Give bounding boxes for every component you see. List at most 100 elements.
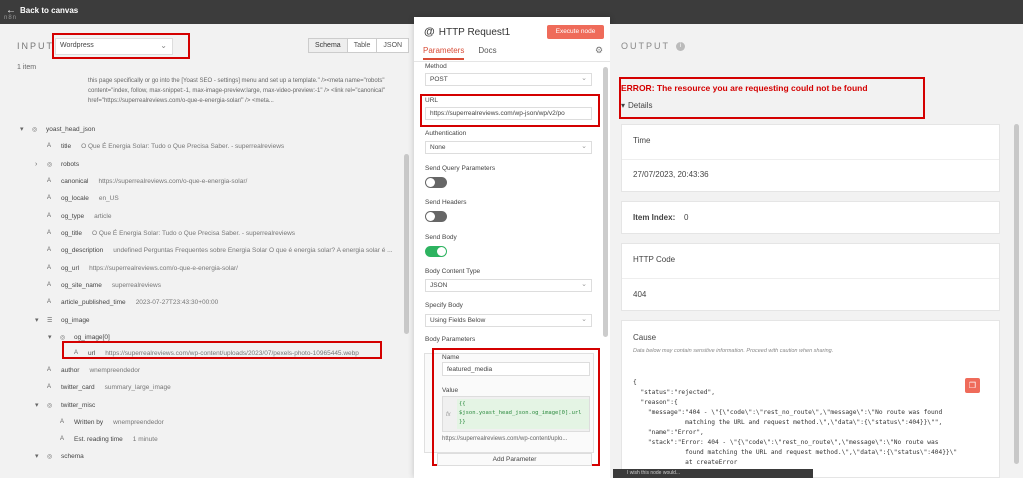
highlight-box (432, 348, 600, 466)
tree-row[interactable]: Aog_description undefined Perguntas Frequ… (35, 243, 393, 257)
tree-key[interactable]: Written by (74, 419, 103, 426)
tab-schema[interactable]: Schema (309, 39, 348, 52)
tab-docs[interactable]: Docs (478, 46, 496, 60)
specify-body-select[interactable]: Using Fields Below ⌄ (425, 314, 592, 327)
tree-key[interactable]: og_site_name (61, 282, 102, 289)
type-icon: A (60, 436, 65, 442)
tree-row[interactable]: › ◎ robots (35, 157, 89, 171)
output-panel: OUTPUT i ERROR: The resource you are req… (610, 24, 1023, 478)
tree-key[interactable]: schema (61, 453, 84, 460)
tree-key[interactable]: og_type (61, 213, 84, 220)
tree-row[interactable]: ▾ ◎ twitter_misc (35, 398, 105, 412)
body-content-type-select[interactable]: JSON ⌄ (425, 279, 592, 292)
type-icon: A (47, 265, 52, 271)
tree-value: superrealreviews (111, 281, 161, 289)
tree-key[interactable]: yoast_head_json (46, 126, 95, 133)
specify-body-label: Specify Body (425, 302, 463, 309)
tree-row[interactable]: Aarticle_published_time 2023-07-27T23:43:… (35, 295, 218, 309)
tree-row[interactable]: Atitle O Que É Energia Solar: Tudo o Que … (35, 139, 284, 153)
body-content-type-value: JSON (430, 282, 448, 289)
tree-row[interactable]: ▾ ☰ og_image (35, 313, 100, 327)
tree-key[interactable]: og_image[0] (74, 334, 110, 341)
tree-value: wnempreendedor (113, 418, 164, 426)
type-icon: A (47, 384, 52, 390)
gear-icon[interactable]: ⚙ (595, 45, 603, 56)
item-index-label: Item Index: (633, 213, 676, 222)
tree-key[interactable]: robots (61, 161, 79, 168)
type-icon: ◎ (47, 402, 53, 409)
tab-table[interactable]: Table (348, 39, 378, 52)
n8n-logo: n8n (4, 15, 18, 21)
tree-key[interactable]: og_title (61, 230, 82, 237)
tree-value: article (94, 212, 112, 220)
type-icon: ◎ (47, 161, 53, 168)
node-tabs: Parameters Docs (423, 46, 497, 60)
tree-key[interactable]: og_image (61, 317, 90, 324)
json-line: "reason":{ (633, 399, 678, 406)
cause-note: Data below may contain sensitive informa… (633, 348, 834, 354)
feedback-bar[interactable]: I wish this node would... (613, 469, 813, 478)
tree-row[interactable]: Acanonical https://superrealreviews.com/o… (35, 174, 247, 188)
tree-key[interactable]: Est. reading time (74, 436, 123, 443)
tree-key[interactable]: twitter_misc (61, 402, 95, 409)
tree-row[interactable]: Aog_title O Que É Energia Solar: Tudo o Q… (35, 226, 295, 240)
tree-key[interactable]: title (61, 143, 71, 150)
toggle-icon[interactable]: ▾ (35, 316, 41, 324)
tree-row[interactable]: Aog_site_name superrealreviews (35, 278, 161, 292)
execute-node-button[interactable]: Execute node (547, 25, 604, 39)
send-body-label: Send Body (425, 234, 457, 241)
tab-divider (414, 61, 610, 62)
http-code-label: HTTP Code (633, 255, 676, 264)
toggle-icon[interactable]: ▾ (48, 333, 54, 341)
tree-key[interactable]: twitter_card (61, 384, 95, 391)
tree-key[interactable]: og_locale (61, 195, 89, 202)
tree-row[interactable]: Aog_type article (35, 209, 111, 223)
scrollbar[interactable] (1014, 124, 1019, 464)
tree-row[interactable]: Aauthor wnempreendedor (35, 363, 140, 377)
send-body-toggle[interactable] (425, 246, 447, 257)
add-parameter-button[interactable]: Add Parameter (437, 453, 592, 466)
type-icon: A (47, 178, 52, 184)
tree-key[interactable]: og_description (61, 247, 103, 254)
tree-value: 1 minute (132, 435, 158, 443)
tree-key[interactable]: canonical (61, 178, 88, 185)
node-title-text[interactable]: HTTP Request1 (439, 27, 511, 38)
info-icon[interactable]: i (676, 41, 685, 51)
toggle-icon[interactable]: ▾ (20, 125, 26, 133)
toggle-icon[interactable]: › (35, 161, 41, 168)
tab-json[interactable]: JSON (377, 39, 408, 52)
toggle-icon[interactable]: ▾ (35, 452, 41, 460)
item-index-card: Item Index: 0 (621, 201, 1000, 234)
tree-value: O Que É Energia Solar: Tudo o Que Precis… (91, 229, 296, 237)
highlight-box (62, 341, 382, 359)
toggle-icon[interactable]: ▾ (35, 401, 41, 409)
type-icon: ◎ (32, 126, 38, 133)
tree-row[interactable]: ▾ ◎ schema (35, 449, 94, 463)
items-count: 1 item (17, 64, 37, 71)
send-query-toggle[interactable] (425, 177, 447, 188)
specify-body-value: Using Fields Below (430, 317, 486, 324)
json-line: { (633, 379, 637, 386)
tree-row[interactable]: ▾ ◎ yoast_head_json (20, 122, 105, 136)
copy-icon[interactable]: ❐ (965, 378, 980, 393)
tab-parameters[interactable]: Parameters (423, 46, 465, 60)
tree-row[interactable]: Atwitter_card summary_large_image (35, 380, 171, 394)
tree-value: https://superrealreviews.com/o-que-e-ene… (89, 264, 238, 272)
time-card: Time 27/07/2023, 20:43:36 (621, 124, 1000, 192)
scrollbar[interactable] (404, 154, 409, 334)
tree-row[interactable]: Aog_url https://superrealreviews.com/o-qu… (35, 261, 238, 275)
method-select[interactable]: POST ⌄ (425, 73, 592, 86)
tree-key[interactable]: author (61, 367, 79, 374)
tree-row[interactable]: A Written by wnempreendedor (48, 415, 164, 429)
cause-label: Cause (633, 333, 657, 342)
cause-json: { "status":"rejected", "reason":{ "messa… (633, 378, 978, 468)
tree-key[interactable]: article_published_time (61, 299, 126, 306)
scrollbar[interactable] (603, 67, 608, 337)
tree-row[interactable]: A Est. reading time 1 minute (48, 432, 158, 446)
send-headers-toggle[interactable] (425, 211, 447, 222)
tree-key[interactable]: og_url (61, 265, 79, 272)
chevron-down-icon: ⌄ (581, 75, 587, 82)
method-label: Method (425, 63, 447, 70)
authentication-select[interactable]: None ⌄ (425, 141, 592, 154)
tree-row[interactable]: Aog_locale en_US (35, 191, 119, 205)
